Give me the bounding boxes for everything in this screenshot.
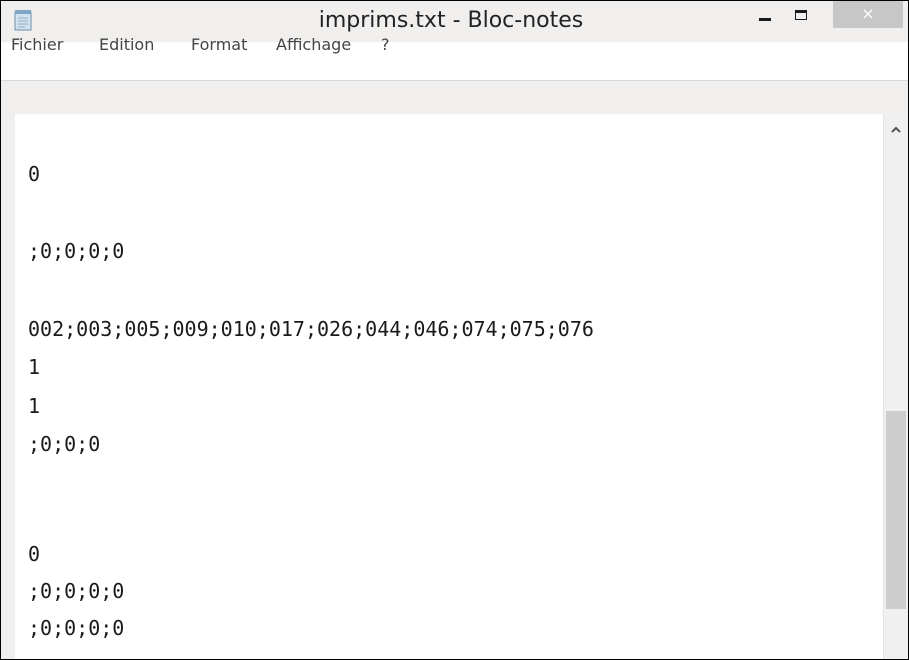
text-line: 0: [28, 542, 41, 566]
maximize-icon[interactable]: [787, 5, 817, 31]
menu-edition[interactable]: Edition: [99, 35, 154, 54]
menu-help[interactable]: ?: [381, 35, 390, 54]
scrollbar-thumb[interactable]: [886, 411, 906, 609]
chevron-up-icon[interactable]: [889, 122, 903, 136]
text-editor[interactable]: 0 ;0;0;0;0 002;003;005;009;010;017;026;0…: [15, 114, 883, 659]
vertical-scrollbar[interactable]: [883, 114, 908, 659]
text-line: ;0;0;0;0: [28, 239, 125, 263]
text-line: ;0;0;0;0: [28, 616, 125, 640]
close-icon[interactable]: ×: [833, 1, 903, 28]
menu-format[interactable]: Format: [191, 35, 247, 54]
text-line: 1: [28, 394, 41, 418]
menu-fichier[interactable]: Fichier: [11, 35, 63, 54]
window-title: imprims.txt - Bloc-notes: [318, 8, 584, 33]
text-line: ;0;0;0: [28, 432, 101, 456]
minimize-icon[interactable]: [751, 5, 781, 31]
text-line: 002;003;005;009;010;017;026;044;046;074;…: [28, 317, 594, 341]
text-line: 1: [28, 355, 41, 379]
text-line: 0: [28, 162, 41, 186]
text-line: ;0;0;0;0: [28, 579, 125, 603]
notepad-icon: [14, 9, 32, 31]
menu-affichage[interactable]: Affichage: [276, 35, 351, 54]
notepad-window: imprims.txt - Bloc-notes × Fichier Editi…: [0, 0, 909, 660]
menu-bar: Fichier Edition Format Affichage ?: [1, 35, 908, 81]
